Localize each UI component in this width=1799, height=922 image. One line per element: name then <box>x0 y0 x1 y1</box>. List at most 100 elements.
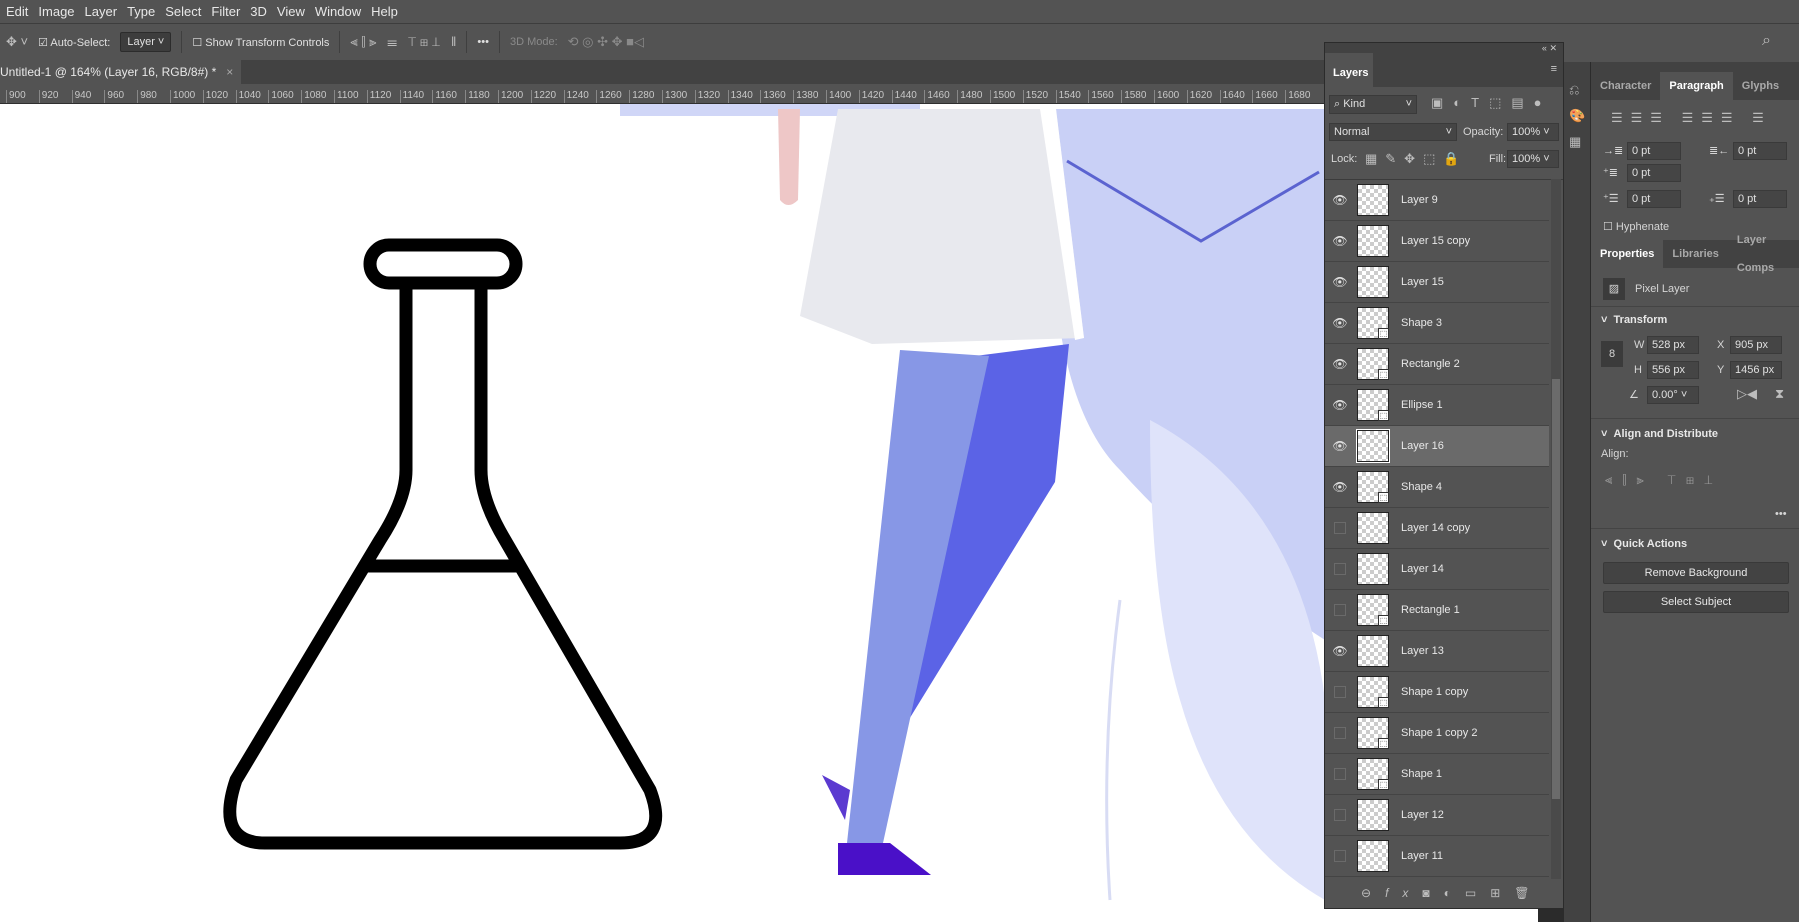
collapse-icon[interactable]: « <box>1542 43 1547 53</box>
layer-row[interactable]: 👁 Layer 13 <box>1325 631 1549 672</box>
tab-layer-comps[interactable]: Layer Comps <box>1728 226 1799 282</box>
visibility-toggle[interactable] <box>1334 727 1346 739</box>
visibility-toggle[interactable] <box>1334 604 1346 616</box>
layer-row[interactable]: ⬚ Shape 1 <box>1325 754 1549 795</box>
layer-row[interactable]: ⬚ Shape 1 copy <box>1325 672 1549 713</box>
visibility-toggle[interactable] <box>1334 809 1346 821</box>
quick-actions-header[interactable]: ˅ Quick Actions <box>1601 538 1687 550</box>
link-icon[interactable]: 8 <box>1601 341 1623 367</box>
auto-select-dropdown[interactable]: Layer ˅ <box>120 32 172 52</box>
eye-icon[interactable]: 👁 <box>1325 439 1355 453</box>
eye-icon[interactable]: 👁 <box>1325 193 1355 207</box>
more-button[interactable]: ••• <box>477 36 489 48</box>
scrollbar[interactable] <box>1551 179 1561 879</box>
menu-3d[interactable]: 3D <box>250 4 267 19</box>
tab-glyphs[interactable]: Glyphs <box>1733 72 1788 100</box>
layer-row[interactable]: 👁 ⬚ Ellipse 1 <box>1325 385 1549 426</box>
height-field[interactable]: 556 px <box>1647 361 1699 379</box>
menu-filter[interactable]: Filter <box>211 4 240 19</box>
menu-help[interactable]: Help <box>371 4 398 19</box>
tab-character[interactable]: Character <box>1591 72 1660 100</box>
layer-row[interactable]: ⬚ Rectangle 1 <box>1325 590 1549 631</box>
angle-field[interactable]: 0.00° ˅ <box>1647 386 1699 404</box>
select-subject-button[interactable]: Select Subject <box>1603 591 1789 613</box>
indent-left-field[interactable]: 0 pt <box>1627 142 1681 160</box>
eye-icon[interactable]: 👁 <box>1325 480 1355 494</box>
tab-layers[interactable]: Layers <box>1325 53 1373 87</box>
menu-layer[interactable]: Layer <box>85 4 118 19</box>
canvas[interactable] <box>0 104 1538 922</box>
first-line-indent-field[interactable]: 0 pt <box>1627 164 1681 182</box>
hyphenate-checkbox[interactable]: ☐ Hyphenate <box>1603 220 1669 233</box>
opacity-field[interactable]: 100% ˅ <box>1507 123 1559 141</box>
menu-image[interactable]: Image <box>38 4 74 19</box>
visibility-toggle[interactable] <box>1334 563 1346 575</box>
filter-icons[interactable]: ▣◐T⬚▤● <box>1431 95 1552 111</box>
search-icon[interactable]: ⌕ <box>1762 32 1771 50</box>
visibility-toggle[interactable] <box>1334 522 1346 534</box>
layer-row[interactable]: 👁 ⬚ Shape 4 <box>1325 467 1549 508</box>
tab-libraries[interactable]: Libraries <box>1663 240 1727 268</box>
history-icon[interactable]: ⎌ <box>1569 82 1590 98</box>
swatches-icon[interactable]: 🎨 <box>1569 108 1590 124</box>
width-field[interactable]: 528 px <box>1647 336 1699 354</box>
show-transform-checkbox[interactable]: ☐ Show Transform Controls <box>192 36 329 49</box>
layer-row[interactable]: 👁 ⬚ Shape 3 <box>1325 303 1549 344</box>
menu-view[interactable]: View <box>277 4 305 19</box>
eye-icon[interactable]: 👁 <box>1325 316 1355 330</box>
grid-icon[interactable]: ▦ <box>1569 134 1590 150</box>
close-tab-icon[interactable]: × <box>226 65 233 79</box>
space-after-field[interactable]: 0 pt <box>1733 190 1787 208</box>
menu-select[interactable]: Select <box>165 4 201 19</box>
transform-section-header[interactable]: ˅ Transform <box>1601 314 1667 326</box>
visibility-toggle[interactable] <box>1334 768 1346 780</box>
remove-background-button[interactable]: Remove Background <box>1603 562 1789 584</box>
panel-menu-icon[interactable]: ≡ <box>1551 63 1557 75</box>
align-icons[interactable]: ⫷ ⫿ ⫸ ☰ ⊤ ⊞ ⊥ ‖ <box>350 34 456 50</box>
close-panel-icon[interactable]: ✕ <box>1549 43 1557 53</box>
blend-mode-dropdown[interactable]: Normal ˅ <box>1329 123 1457 141</box>
tab-paragraph[interactable]: Paragraph <box>1660 72 1733 100</box>
auto-select-checkbox[interactable]: ☑ Auto-Select: <box>38 36 110 49</box>
eye-icon[interactable]: 👁 <box>1325 234 1355 248</box>
flip-vertical-icon[interactable]: ⧗ <box>1775 386 1784 402</box>
3d-tools-icons[interactable]: ⟲ ◎ ✣ ✥ ■◁ <box>568 34 644 50</box>
paragraph-align-icons[interactable]: ☰☰☰ ☰☰☰ ☰ <box>1611 110 1772 126</box>
layer-row[interactable]: 👁 Layer 16 <box>1325 426 1549 467</box>
menu-type[interactable]: Type <box>127 4 155 19</box>
y-field[interactable]: 1456 px <box>1730 361 1782 379</box>
layer-row[interactable]: Layer 14 copy <box>1325 508 1549 549</box>
layer-row[interactable]: 👁 ⬚ Rectangle 2 <box>1325 344 1549 385</box>
visibility-toggle[interactable] <box>1334 850 1346 862</box>
space-before-field[interactable]: 0 pt <box>1627 190 1681 208</box>
layer-row[interactable]: Layer 14 <box>1325 549 1549 590</box>
ruler-tick: 1560 <box>1088 90 1114 103</box>
move-tool-icon[interactable]: ✥ ˅ <box>6 34 28 50</box>
document-tab[interactable]: Untitled-1 @ 164% (Layer 16, RGB/8#) * × <box>0 60 242 84</box>
indent-right-field[interactable]: 0 pt <box>1733 142 1787 160</box>
more-align-button[interactable]: ••• <box>1775 508 1787 520</box>
visibility-toggle[interactable] <box>1334 686 1346 698</box>
eye-icon[interactable]: 👁 <box>1325 357 1355 371</box>
layer-row[interactable]: Layer 12 <box>1325 795 1549 836</box>
align-buttons[interactable]: ⫷⫿⫸ ⊤⊞⊥ <box>1605 472 1723 488</box>
lock-icons[interactable]: ▦✎✥⬚🔒 <box>1365 151 1468 167</box>
eye-icon[interactable]: 👁 <box>1325 644 1355 658</box>
flip-horizontal-icon[interactable]: ▷◀ <box>1737 386 1757 402</box>
layer-row[interactable]: Layer 11 <box>1325 836 1549 877</box>
layer-row[interactable]: ⬚ Shape 1 copy 2 <box>1325 713 1549 754</box>
tab-properties[interactable]: Properties <box>1591 240 1664 268</box>
filter-kind-dropdown[interactable]: ⌕ Kind ˅ <box>1329 95 1417 114</box>
fill-field[interactable]: 100% ˅ <box>1507 150 1559 168</box>
eye-icon[interactable]: 👁 <box>1325 398 1355 412</box>
layer-actions[interactable]: ⊖fx◙◐▭⊞🗑 <box>1361 886 1544 900</box>
menu-edit[interactable]: Edit <box>6 4 28 19</box>
align-section-header[interactable]: ˅ Align and Distribute <box>1601 428 1718 440</box>
layer-row[interactable]: 👁 Layer 15 <box>1325 262 1549 303</box>
x-field[interactable]: 905 px <box>1730 336 1782 354</box>
eye-icon[interactable]: 👁 <box>1325 275 1355 289</box>
layer-row[interactable]: 👁 Layer 9 <box>1325 180 1549 221</box>
layer-row[interactable]: 👁 Layer 15 copy <box>1325 221 1549 262</box>
menu-window[interactable]: Window <box>315 4 361 19</box>
shape-badge-icon: ⬚ <box>1378 328 1389 339</box>
